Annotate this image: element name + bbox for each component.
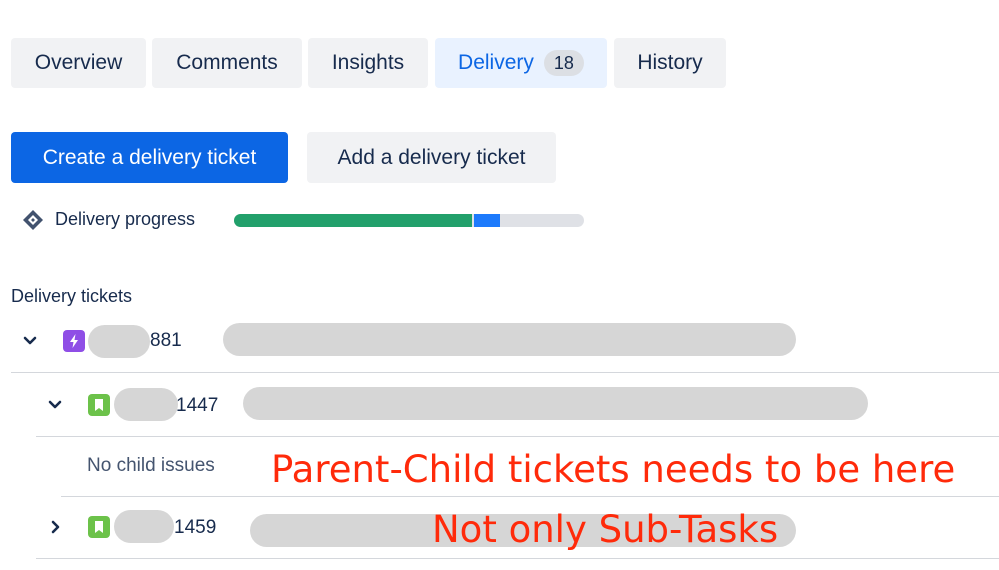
annotation-parent-child: Parent-Child tickets needs to be here [271,448,956,491]
tab-insights-label: Insights [331,51,405,74]
add-delivery-ticket-button[interactable]: Add a delivery ticket [307,132,556,183]
jira-icon [22,209,44,231]
tab-insights[interactable]: Insights [308,38,428,88]
chevron-right-icon[interactable] [45,517,65,537]
no-child-issues-text: No child issues [87,455,215,476]
tab-delivery[interactable]: Delivery 18 [435,38,607,88]
row-divider [61,496,999,497]
delivery-progress-bar [234,214,584,227]
epic-icon [63,330,85,352]
tab-comments[interactable]: Comments [152,38,302,88]
ticket-key-redacted [114,510,174,543]
tab-overview[interactable]: Overview [11,38,146,88]
story-icon [88,394,110,416]
create-delivery-ticket-button[interactable]: Create a delivery ticket [11,132,288,183]
annotation-not-only-subtasks: Not only Sub-Tasks [432,508,779,551]
tab-comments-label: Comments [176,51,278,74]
row-divider [11,372,999,373]
tab-overview-label: Overview [34,51,123,74]
tab-delivery-count-badge: 18 [543,50,584,76]
progress-done-segment [234,214,472,227]
ticket-key-redacted [88,325,150,358]
delivery-progress-label: Delivery progress [55,209,196,229]
progress-in-progress-segment [474,214,500,227]
tab-history-label: History [637,51,703,74]
ticket-summary-redacted[interactable] [243,387,868,420]
delivery-tickets-heading: Delivery tickets [11,286,133,306]
chevron-down-icon[interactable] [20,331,40,351]
row-divider [36,558,999,559]
tab-delivery-label: Delivery [458,51,534,74]
ticket-key-number: 1447 [176,395,219,416]
row-divider [36,436,999,437]
ticket-summary-redacted[interactable] [223,323,796,356]
chevron-down-icon[interactable] [45,395,65,415]
ticket-key-number: 1459 [174,517,217,538]
ticket-key-number: 881 [150,330,182,351]
tab-history[interactable]: History [614,38,726,88]
story-icon [88,516,110,538]
ticket-key-redacted [114,388,178,421]
